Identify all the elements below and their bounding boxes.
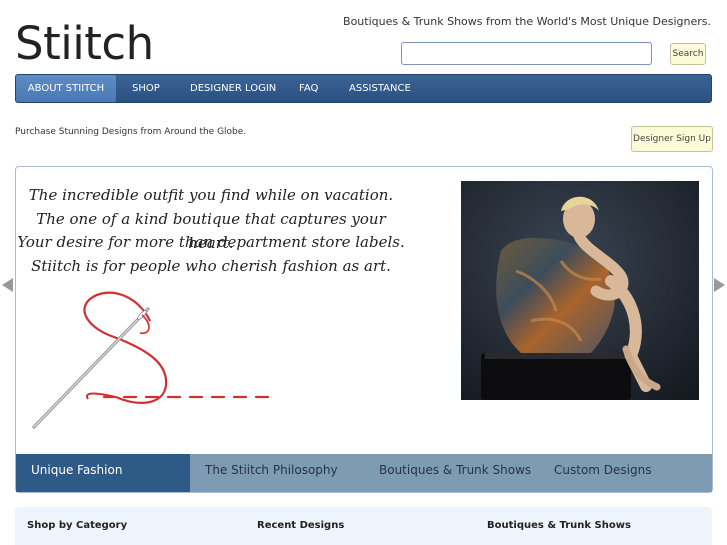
quote-line: The incredible outfit you find while on … xyxy=(28,186,394,204)
main-nav: ABOUT STIITCH SHOP DESIGNER LOGIN FAQ AS… xyxy=(15,74,712,103)
nav-item-assistance[interactable]: ASSISTANCE xyxy=(349,75,411,102)
site-tagline: Boutiques & Trunk Shows from the World's… xyxy=(343,15,711,28)
needle-thread-icon xyxy=(32,291,270,429)
recent-designs-heading: Recent Designs xyxy=(257,520,345,531)
site-logo[interactable]: Stiitch xyxy=(15,18,154,70)
slider-next-arrow-icon[interactable] xyxy=(714,278,725,292)
nav-item-about-stiitch[interactable]: ABOUT STIITCH xyxy=(16,75,116,102)
tab-custom-designs[interactable]: Custom Designs xyxy=(554,454,651,492)
intro-text: Purchase Stunning Designs from Around th… xyxy=(15,127,247,137)
quote-line: Stiitch is for people who cherish fashio… xyxy=(31,257,391,275)
tab-stiitch-philosophy[interactable]: The Stiitch Philosophy xyxy=(205,454,338,492)
slider-tabs: Unique Fashion The Stiitch Philosophy Bo… xyxy=(16,454,712,492)
search-button[interactable]: Search xyxy=(670,43,706,65)
shop-by-category-heading: Shop by Category xyxy=(27,520,128,531)
bottom-sections: Shop by Category Recent Designs Boutique… xyxy=(15,507,712,545)
nav-item-designer-login[interactable]: DESIGNER LOGIN xyxy=(190,75,276,102)
tab-unique-fashion[interactable]: Unique Fashion xyxy=(16,454,190,492)
slider-prev-arrow-icon[interactable] xyxy=(2,278,13,292)
boutiques-trunk-shows-heading: Boutiques & Trunk Shows xyxy=(487,520,631,531)
quote-line: Your desire for more than department sto… xyxy=(17,233,405,251)
hero-slider: The incredible outfit you find while on … xyxy=(15,166,713,493)
nav-item-faq[interactable]: FAQ xyxy=(299,75,318,102)
nav-item-shop[interactable]: SHOP xyxy=(132,75,160,102)
search-input[interactable] xyxy=(401,42,652,65)
designer-signup-button[interactable]: Designer Sign Up xyxy=(631,126,713,152)
hero-photo xyxy=(461,181,699,400)
tab-boutiques-trunk-shows[interactable]: Boutiques & Trunk Shows xyxy=(379,454,531,492)
